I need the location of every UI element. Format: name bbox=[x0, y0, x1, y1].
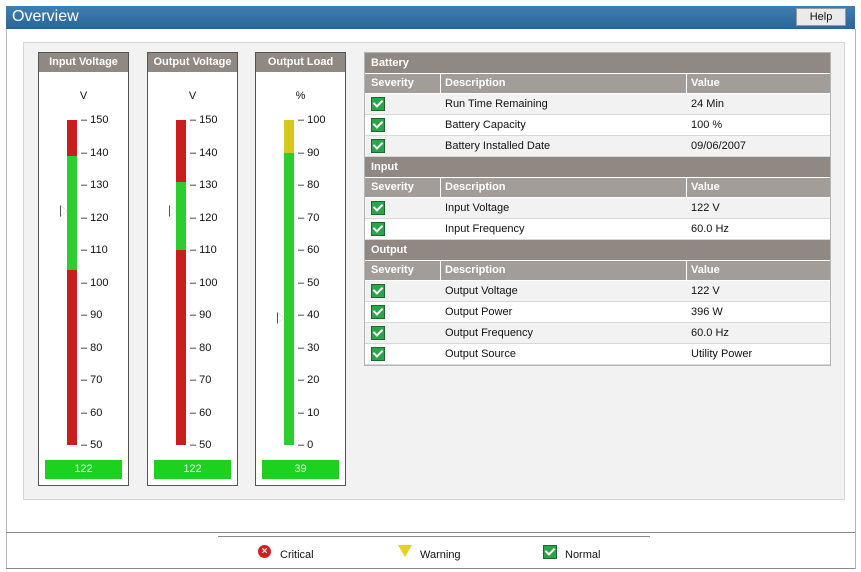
input-voltage-gauge: Input Voltage V 122 – 150– 140– 130– 120… bbox=[38, 52, 129, 486]
table-row: Input Voltage 122 V bbox=[365, 198, 830, 219]
normal-icon bbox=[371, 281, 385, 302]
value-marker-icon bbox=[170, 206, 176, 216]
table-row: Output Voltage 122 V bbox=[365, 281, 830, 302]
critical-zone bbox=[176, 120, 186, 182]
gauge-bar bbox=[176, 120, 186, 445]
row-value: 100 % bbox=[691, 119, 723, 131]
row-value: 122 V bbox=[691, 285, 720, 297]
description-header: Description bbox=[445, 77, 506, 89]
critical-zone bbox=[67, 120, 77, 156]
output-voltage-gauge: Output Voltage V 122 – 150– 140– 130– 12… bbox=[147, 52, 238, 486]
warning-zone bbox=[284, 120, 294, 153]
title-bar: Overview bbox=[6, 6, 855, 29]
section-output: Output bbox=[365, 240, 830, 261]
table-row: Output Source Utility Power bbox=[365, 344, 830, 365]
normal-icon bbox=[371, 302, 385, 323]
gauge-unit: V bbox=[79, 90, 88, 102]
row-description: Battery Capacity bbox=[445, 119, 526, 131]
value-header: Value bbox=[691, 181, 720, 193]
row-value: 122 V bbox=[691, 202, 720, 214]
normal-icon bbox=[371, 136, 385, 157]
table-row: Battery Installed Date 09/06/2007 bbox=[365, 136, 830, 157]
legend-divider bbox=[218, 536, 650, 537]
legend-warning-label: Warning bbox=[420, 549, 461, 561]
critical-icon: × bbox=[258, 545, 271, 558]
window-border-right bbox=[855, 29, 856, 569]
gauge-unit: % bbox=[295, 90, 306, 102]
normal-icon bbox=[371, 323, 385, 344]
row-description: Output Source bbox=[445, 348, 516, 360]
page-title: Overview bbox=[12, 8, 79, 25]
gauge-readout: 39 bbox=[262, 460, 339, 479]
normal-icon bbox=[371, 198, 385, 219]
normal-icon bbox=[371, 219, 385, 240]
row-description: Input Frequency bbox=[445, 223, 525, 235]
window-border-left bbox=[6, 29, 7, 569]
row-value: Utility Power bbox=[691, 348, 753, 360]
help-button[interactable]: Help bbox=[796, 8, 846, 26]
row-value: 396 W bbox=[691, 306, 723, 318]
row-description: Run Time Remaining bbox=[445, 98, 548, 110]
normal-icon bbox=[371, 344, 385, 365]
description-header: Description bbox=[445, 181, 506, 193]
gauge-unit: V bbox=[188, 90, 197, 102]
scale-tick: – 0 bbox=[298, 439, 314, 451]
table-row: Input Frequency 60.0 Hz bbox=[365, 219, 830, 240]
row-description: Output Voltage bbox=[445, 285, 518, 297]
normal-icon bbox=[543, 545, 557, 564]
legend-normal-label: Normal bbox=[565, 549, 601, 561]
normal-icon bbox=[371, 115, 385, 136]
scale-tick: – 10 bbox=[298, 406, 320, 419]
warning-icon bbox=[398, 545, 412, 557]
severity-header: Severity bbox=[371, 77, 414, 89]
row-value: 60.0 Hz bbox=[691, 223, 729, 235]
gauge-title: Output Voltage bbox=[148, 53, 237, 72]
row-value: 60.0 Hz bbox=[691, 327, 729, 339]
footer-divider bbox=[6, 532, 855, 533]
row-value: 24 Min bbox=[691, 98, 725, 110]
row-description: Output Power bbox=[445, 306, 513, 318]
table-row: Run Time Remaining 24 Min bbox=[365, 94, 830, 115]
output-load-gauge: Output Load % 39 – 100– 90– 80– 70– 60– … bbox=[255, 52, 346, 486]
normal-zone bbox=[67, 155, 77, 270]
legend-critical-label: Critical bbox=[280, 549, 314, 561]
value-marker-icon bbox=[278, 313, 284, 324]
gauge-bar bbox=[67, 120, 77, 445]
table-row: Output Power 396 W bbox=[365, 302, 830, 323]
gauge-bar bbox=[284, 120, 294, 445]
normal-zone bbox=[284, 152, 294, 445]
table-row: Battery Capacity 100 % bbox=[365, 115, 830, 136]
scale-tick: – 20 bbox=[298, 374, 320, 386]
value-header: Value bbox=[691, 264, 720, 276]
value-marker-icon bbox=[61, 206, 67, 216]
row-value: 09/06/2007 bbox=[691, 140, 747, 152]
gauge-readout: 122 bbox=[154, 460, 231, 479]
description-header: Description bbox=[445, 264, 506, 276]
section-battery: Battery bbox=[365, 53, 830, 74]
status-table: Battery Severity Description Value Run T… bbox=[364, 52, 831, 366]
gauge-readout: 122 bbox=[45, 460, 122, 479]
row-description: Battery Installed Date bbox=[445, 140, 551, 152]
normal-zone bbox=[176, 181, 186, 250]
table-header: Severity Description Value bbox=[365, 261, 830, 281]
value-header: Value bbox=[691, 77, 720, 89]
severity-header: Severity bbox=[371, 181, 414, 193]
gauge-title: Output Load bbox=[256, 53, 345, 72]
row-description: Input Voltage bbox=[445, 202, 510, 214]
table-header: Severity Description Value bbox=[365, 74, 830, 94]
table-row: Output Frequency 60.0 Hz bbox=[365, 323, 830, 344]
critical-zone bbox=[176, 250, 186, 445]
window-border-bottom bbox=[6, 568, 855, 569]
critical-zone bbox=[67, 269, 77, 445]
row-description: Output Frequency bbox=[445, 327, 534, 339]
normal-icon bbox=[371, 94, 385, 115]
gauge-title: Input Voltage bbox=[39, 53, 128, 72]
section-input: Input bbox=[365, 157, 830, 178]
severity-header: Severity bbox=[371, 264, 414, 276]
table-header: Severity Description Value bbox=[365, 178, 830, 198]
